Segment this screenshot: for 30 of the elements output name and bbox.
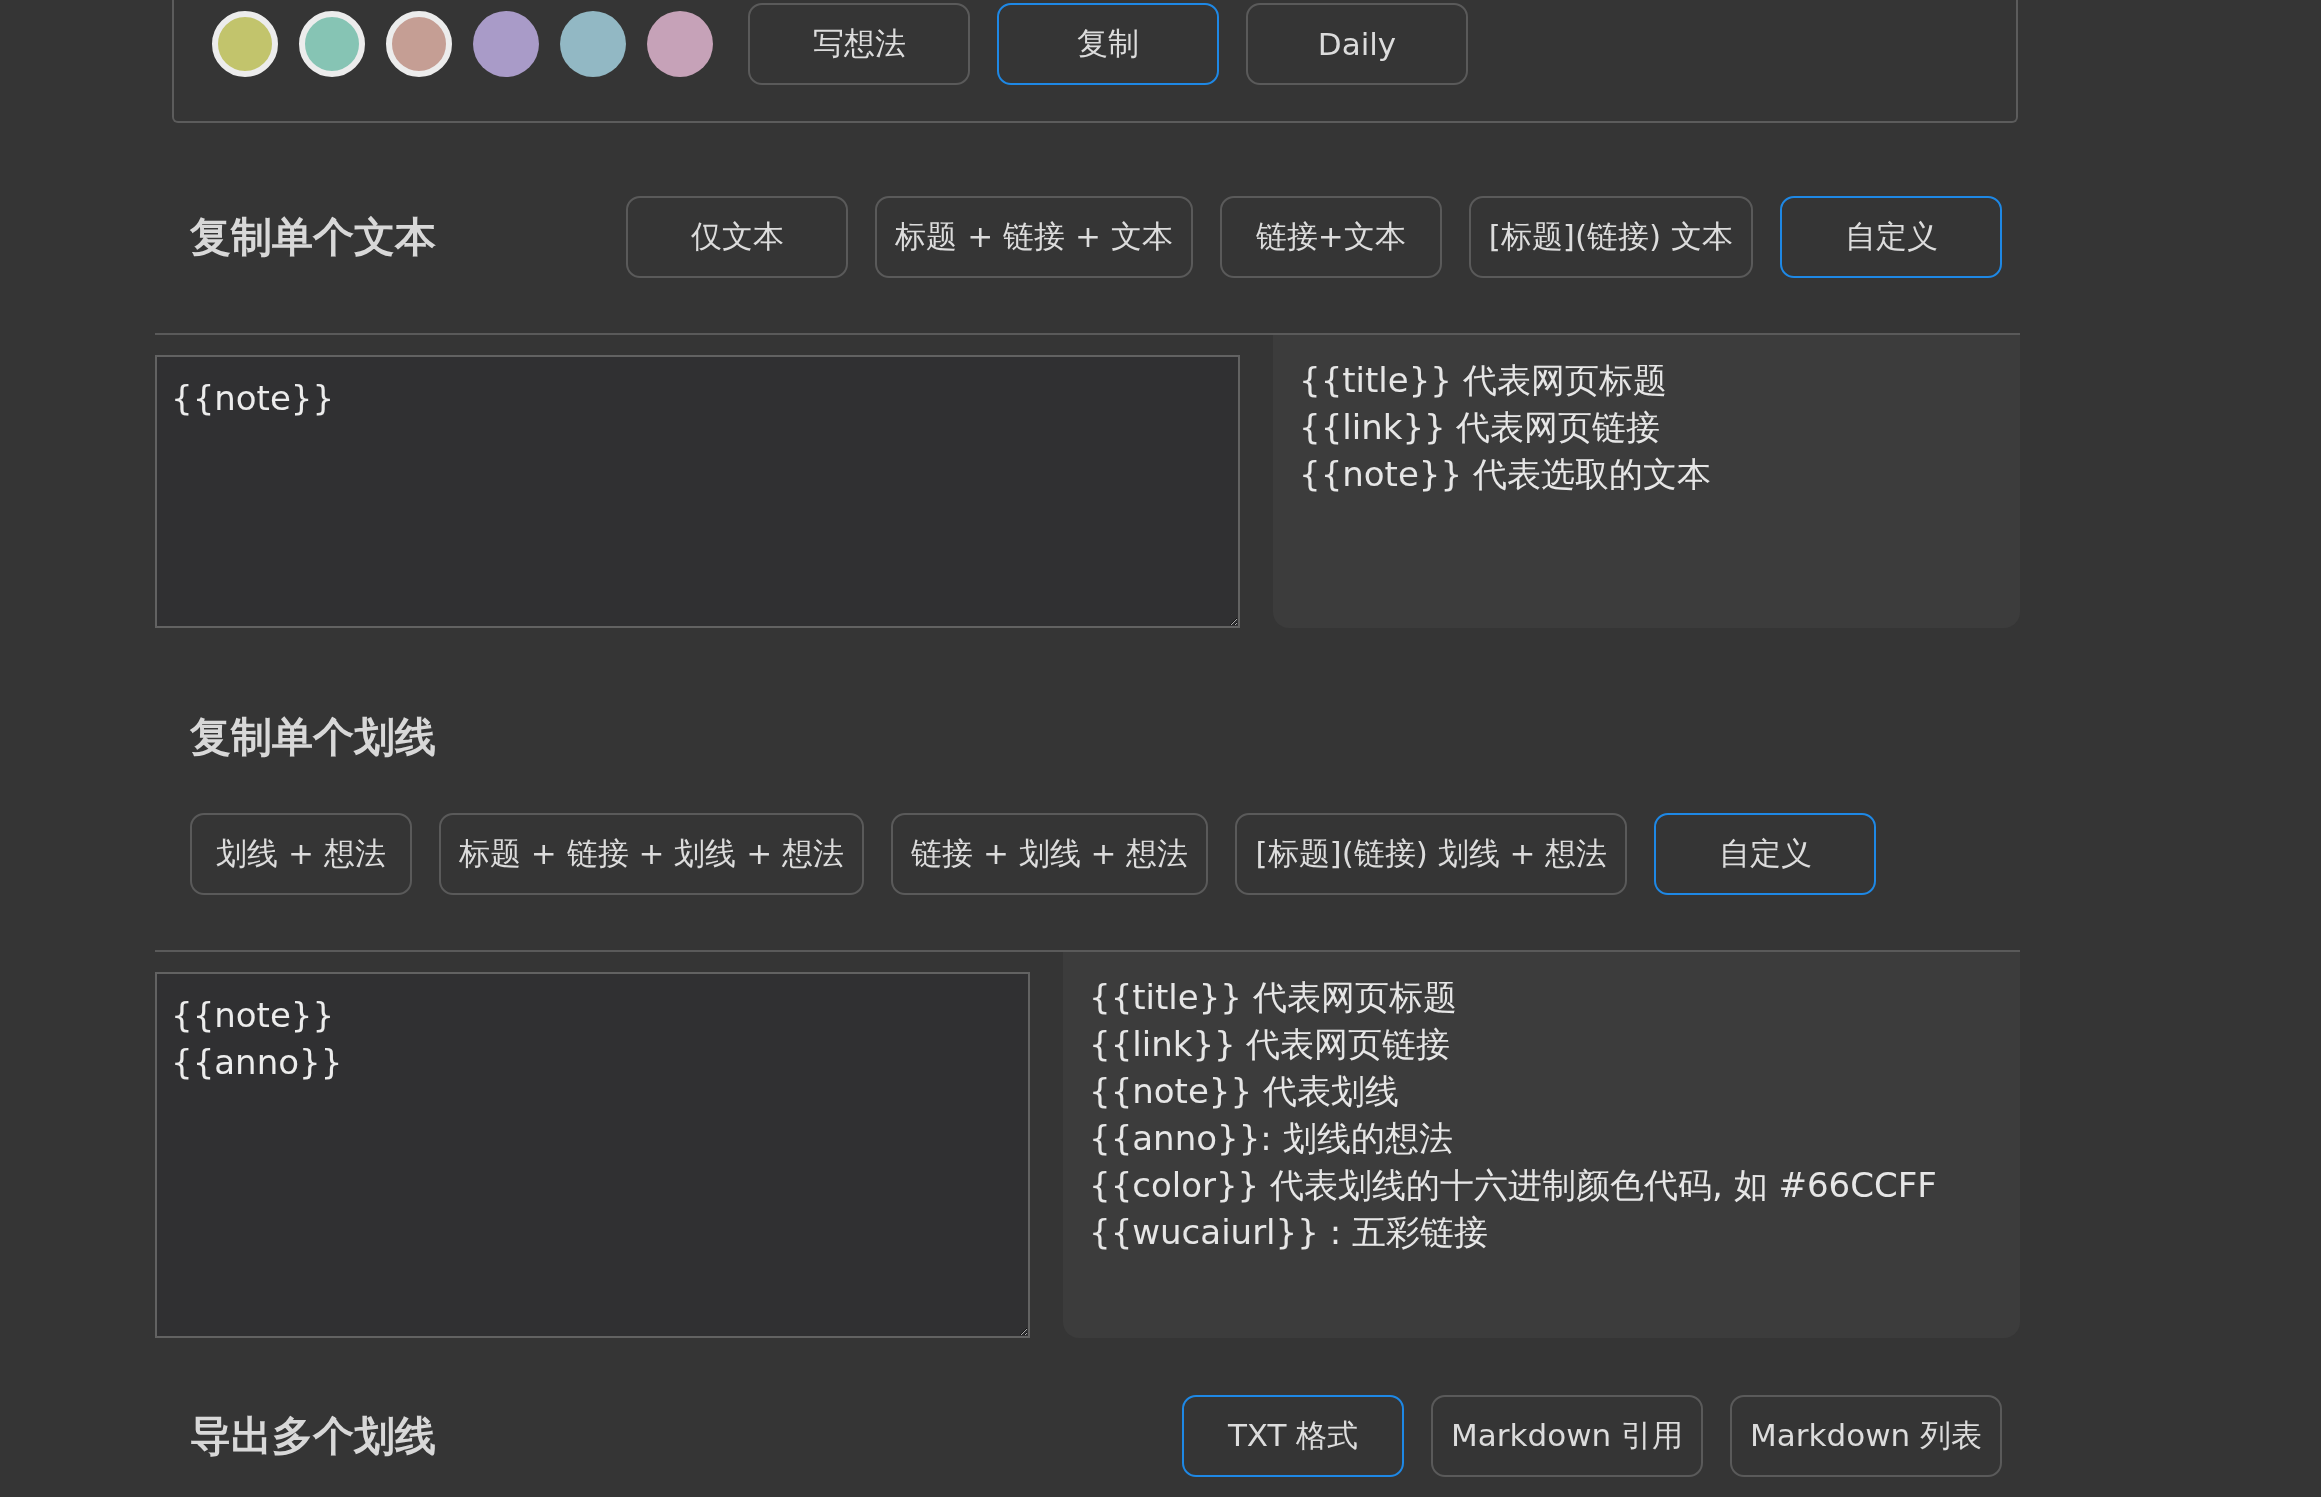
- mode-button[interactable]: 写想法: [748, 3, 970, 85]
- preset-button[interactable]: TXT 格式: [1182, 1395, 1405, 1477]
- preset-button[interactable]: 自定义: [1780, 196, 2002, 278]
- section-heading: 导出多个划线: [190, 1410, 436, 1462]
- preset-button[interactable]: [标题](链接) 文本: [1468, 196, 1753, 278]
- mode-button[interactable]: 复制: [997, 3, 1219, 85]
- template-field[interactable]: {{note}}: [155, 355, 1240, 628]
- preset-button[interactable]: [标题](链接) 划线 + 想法: [1235, 813, 1628, 895]
- help-text: {{note}} 代表选取的文本: [1299, 452, 1712, 496]
- help-text: {{anno}}: 划线的想法: [1089, 1116, 1454, 1160]
- help-text: {{title}} 代表网页标题: [1299, 359, 1668, 402]
- help-text: {{note}} 代表划线: [1089, 1069, 1400, 1113]
- template-field[interactable]: {{note}} {{anno}}: [155, 972, 1030, 1338]
- preset-button[interactable]: Markdown 引用: [1431, 1395, 1704, 1477]
- help-text: {{wucaiurl}} : 五彩链接: [1089, 1210, 1489, 1254]
- help-text: {{link}} 代表网页链接: [1089, 1022, 1452, 1066]
- preset-button[interactable]: 划线 + 想法: [190, 813, 412, 895]
- preset-button[interactable]: 链接 + 划线 + 想法: [891, 813, 1209, 895]
- preset-button[interactable]: 标题 + 链接 + 文本: [875, 196, 1193, 278]
- preset-button[interactable]: 链接+文本: [1219, 196, 1442, 278]
- preset-button[interactable]: 标题 + 链接 + 划线 + 想法: [439, 813, 865, 895]
- help-text: {{color}} 代表划线的十六进制颜色代码, 如 #66CCFF: [1089, 1163, 1938, 1207]
- mode-button[interactable]: Daily: [1246, 3, 1468, 85]
- section-heading: 复制单个文本: [190, 211, 436, 263]
- preset-button[interactable]: 自定义: [1654, 813, 1877, 895]
- help-text: {{link}} 代表网页链接: [1299, 405, 1662, 449]
- preset-button[interactable]: 仅文本: [626, 196, 849, 278]
- section-heading: 复制单个划线: [190, 712, 436, 763]
- preset-button[interactable]: Markdown 列表: [1730, 1395, 2002, 1477]
- help-text: {{title}} 代表网页标题: [1089, 976, 1458, 1019]
